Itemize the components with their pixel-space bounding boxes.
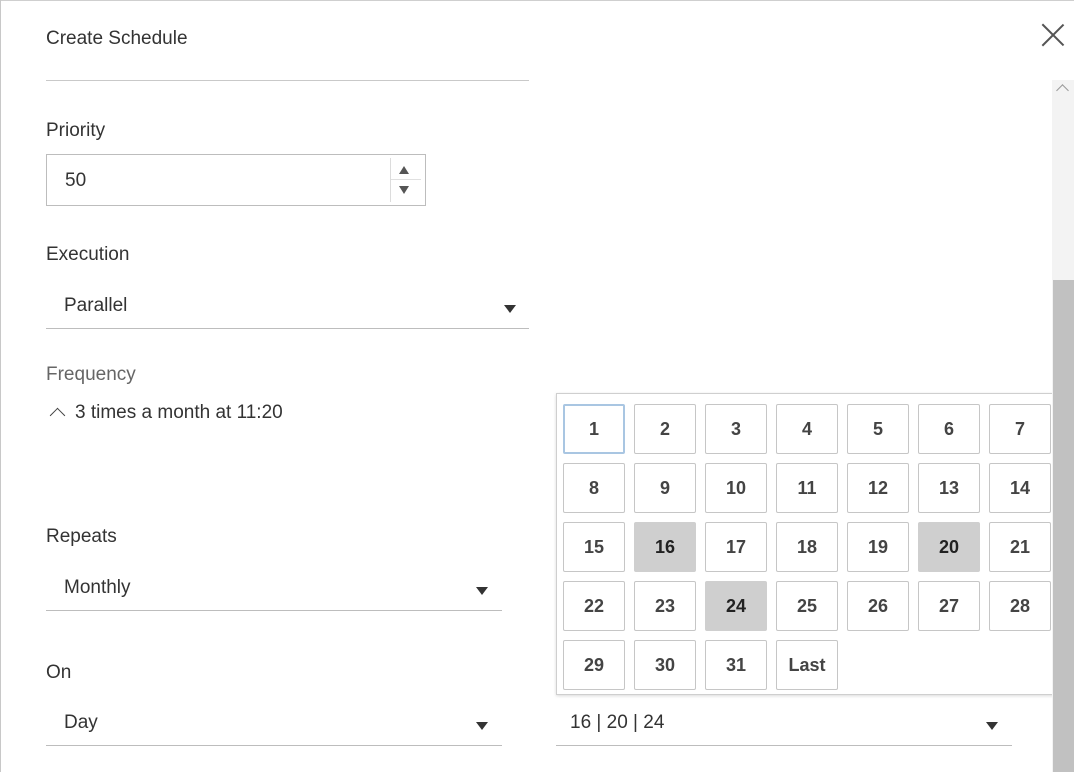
caret-down-icon: [986, 722, 998, 730]
decrement-icon[interactable]: [399, 186, 409, 194]
execution-select[interactable]: Parallel: [46, 285, 529, 329]
dialog-titlebar: Create Schedule: [1, 0, 1074, 80]
repeats-select[interactable]: Monthly: [46, 567, 502, 611]
day-cell[interactable]: 29: [563, 640, 625, 690]
day-cell[interactable]: 17: [705, 522, 767, 572]
execution-label: Execution: [46, 244, 130, 265]
caret-down-icon: [504, 305, 516, 313]
day-cell[interactable]: 20: [918, 522, 980, 572]
day-cell[interactable]: 23: [634, 581, 696, 631]
day-cell[interactable]: 24: [705, 581, 767, 631]
day-cell[interactable]: 31: [705, 640, 767, 690]
day-cell[interactable]: 13: [918, 463, 980, 513]
on-value: Day: [64, 712, 98, 733]
day-cell[interactable]: 10: [705, 463, 767, 513]
day-cell[interactable]: 15: [563, 522, 625, 572]
on-select[interactable]: Day: [46, 702, 502, 746]
day-cell[interactable]: 5: [847, 404, 909, 454]
day-picker-popup: 1 2 3 4 5 6 7 8 9 10 11 12 13 14 15 16 17 18 19 20 21 22 23 24 2…: [556, 393, 1068, 695]
day-cell[interactable]: 6: [918, 404, 980, 454]
frequency-summary: 3 times a month at 11:20: [75, 402, 283, 423]
day-cell[interactable]: 18: [776, 522, 838, 572]
day-cell[interactable]: 27: [918, 581, 980, 631]
scroll-thumb[interactable]: [1053, 280, 1074, 772]
day-cell[interactable]: 7: [989, 404, 1051, 454]
execution-value: Parallel: [64, 295, 128, 316]
frequency-label: Frequency: [46, 364, 136, 385]
repeats-value: Monthly: [64, 577, 131, 598]
priority-value[interactable]: 50: [65, 170, 86, 192]
day-cell[interactable]: 11: [776, 463, 838, 513]
repeats-label: Repeats: [46, 526, 117, 547]
stepper-divider: [391, 179, 421, 180]
priority-stepper[interactable]: 50: [46, 154, 426, 206]
days-select[interactable]: 16 | 20 | 24: [556, 702, 1012, 746]
day-cell[interactable]: 12: [847, 463, 909, 513]
day-cell[interactable]: Last: [776, 640, 838, 690]
day-cell[interactable]: 14: [989, 463, 1051, 513]
increment-icon[interactable]: [399, 166, 409, 174]
day-cell[interactable]: 30: [634, 640, 696, 690]
frequency-toggle[interactable]: 3 times a month at 11:20: [46, 402, 283, 424]
close-icon[interactable]: [1039, 21, 1067, 49]
day-cell[interactable]: 22: [563, 581, 625, 631]
stepper-buttons: [390, 158, 421, 202]
day-cell[interactable]: 2: [634, 404, 696, 454]
day-cell[interactable]: 9: [634, 463, 696, 513]
divider: [46, 80, 529, 81]
day-cell[interactable]: 25: [776, 581, 838, 631]
scroll-up-icon[interactable]: [1056, 84, 1069, 97]
priority-label: Priority: [46, 120, 106, 141]
day-cell[interactable]: 21: [989, 522, 1051, 572]
create-schedule-dialog: Create Schedule Priority 50 Execution Pa…: [0, 0, 1074, 772]
day-cell[interactable]: 19: [847, 522, 909, 572]
day-cell[interactable]: 8: [563, 463, 625, 513]
chevron-up-icon: [49, 407, 66, 424]
day-cell[interactable]: 16: [634, 522, 696, 572]
caret-down-icon: [476, 722, 488, 730]
caret-down-icon: [476, 587, 488, 595]
vertical-scrollbar[interactable]: [1052, 80, 1074, 772]
day-cell[interactable]: 26: [847, 581, 909, 631]
days-select-value: 16 | 20 | 24: [570, 712, 665, 733]
day-cell[interactable]: 4: [776, 404, 838, 454]
day-cell[interactable]: 28: [989, 581, 1051, 631]
day-cell[interactable]: 3: [705, 404, 767, 454]
on-label: On: [46, 662, 72, 683]
day-cell[interactable]: 1: [563, 404, 625, 454]
dialog-title: Create Schedule: [46, 28, 188, 49]
